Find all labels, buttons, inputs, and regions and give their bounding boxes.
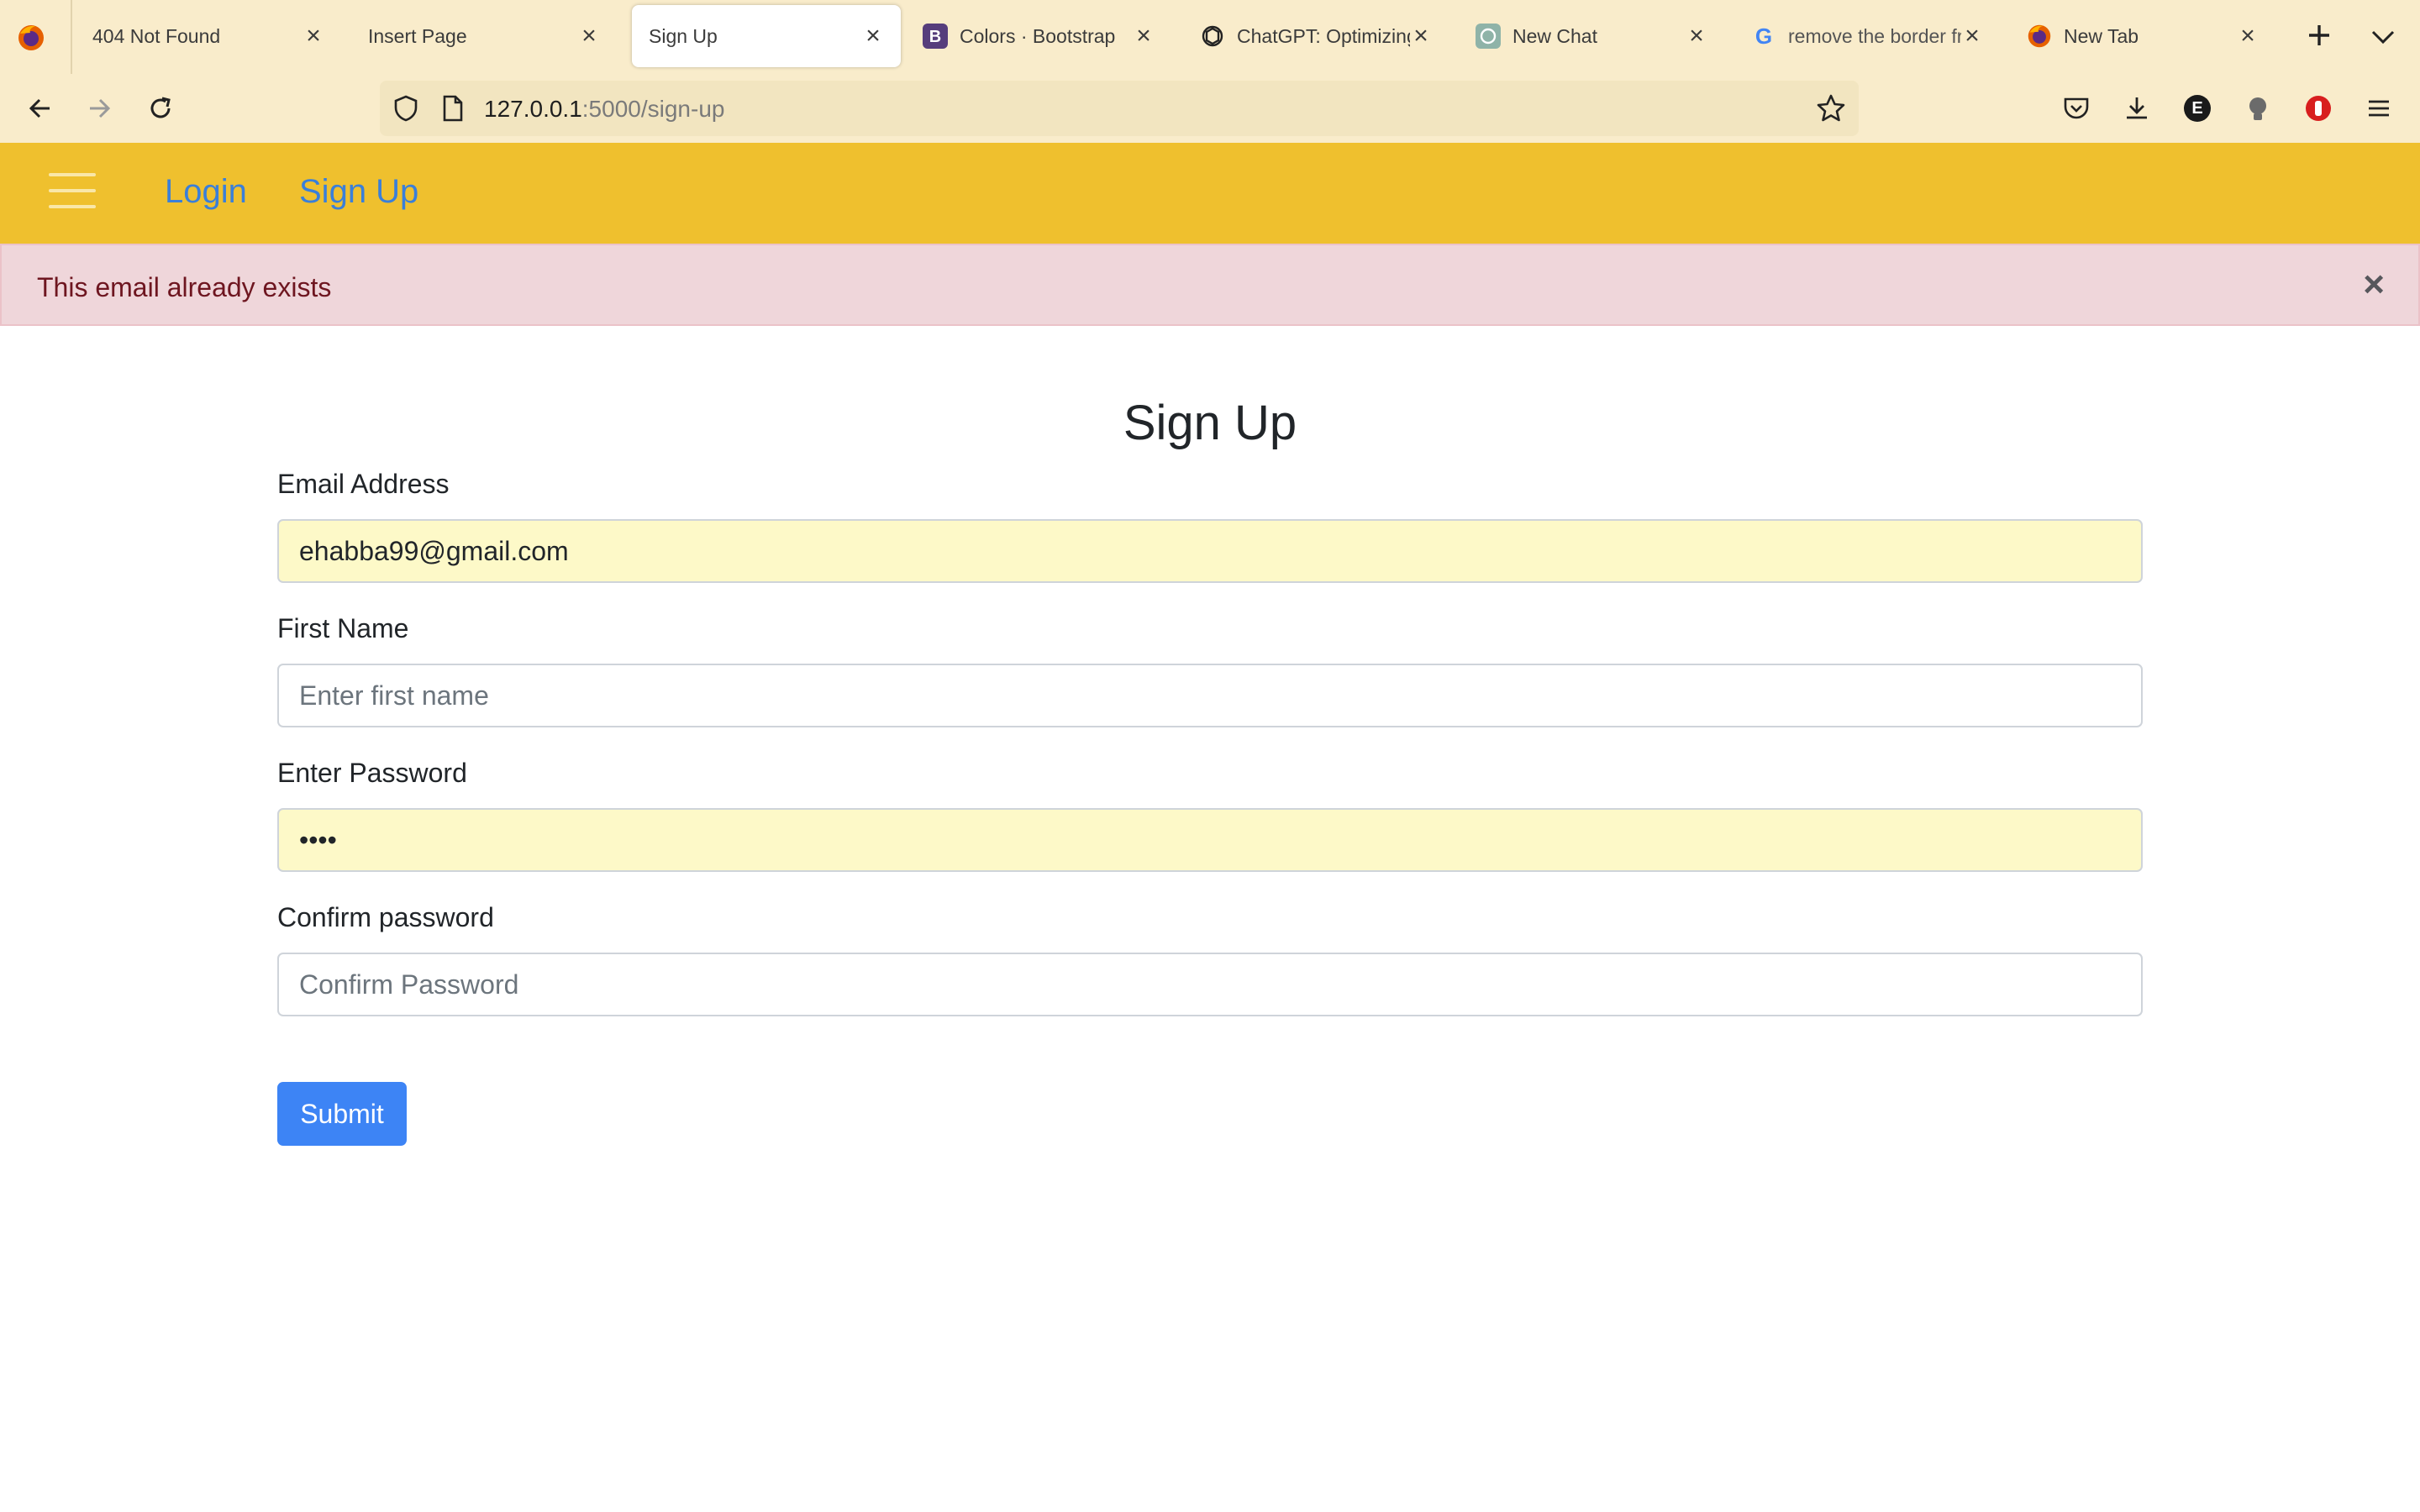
chat-icon xyxy=(1476,24,1501,49)
google-icon: G xyxy=(1755,24,1772,49)
stop-hand-icon xyxy=(2306,96,2331,121)
tab-title: New Tab xyxy=(2064,24,2139,47)
tab-insert-page[interactable]: Insert Page × xyxy=(351,5,617,67)
password-field[interactable] xyxy=(277,808,2143,872)
close-icon[interactable]: × xyxy=(1686,22,1707,50)
first-name-label: First Name xyxy=(277,613,409,643)
close-icon[interactable]: × xyxy=(578,22,600,50)
shield-icon[interactable] xyxy=(392,94,420,123)
confirm-password-field[interactable] xyxy=(277,953,2143,1016)
arrow-left-icon xyxy=(29,98,50,118)
downloads-button[interactable] xyxy=(2118,89,2156,128)
tab-title: Sign Up xyxy=(649,24,718,47)
lightbulb-icon xyxy=(2249,97,2266,120)
alert-message: This email already exists xyxy=(37,272,332,302)
email-field[interactable] xyxy=(277,519,2143,583)
error-alert: This email already exists × xyxy=(0,244,2420,326)
tab-title: ChatGPT: Optimizing xyxy=(1237,24,1410,47)
svg-text:G: G xyxy=(1755,24,1772,49)
bookmark-star-icon[interactable] xyxy=(1815,92,1847,124)
tab-404-not-found[interactable]: 404 Not Found × xyxy=(76,5,341,67)
close-icon[interactable]: × xyxy=(862,22,884,50)
password-label: Enter Password xyxy=(277,758,467,788)
reload-button[interactable] xyxy=(141,89,180,128)
bootstrap-icon: B xyxy=(923,24,948,49)
navbar-toggler-button[interactable] xyxy=(49,173,96,212)
tab-colors-bootstrap[interactable]: B Colors · Bootstrap × xyxy=(906,5,1171,67)
openai-icon xyxy=(1202,25,1223,47)
adblock-button[interactable] xyxy=(2299,89,2338,128)
login-link[interactable]: Login xyxy=(165,173,247,211)
extension-button[interactable]: E xyxy=(2178,89,2217,128)
list-all-tabs-button[interactable] xyxy=(2368,22,2398,52)
reload-icon xyxy=(150,97,171,118)
plus-icon xyxy=(2309,25,2329,45)
tab-separator xyxy=(71,0,72,74)
extension-lightbulb-button[interactable] xyxy=(2238,89,2277,128)
tab-title: New Chat xyxy=(1512,24,1597,47)
tab-chatgpt[interactable]: ChatGPT: Optimizing × xyxy=(1183,5,1449,67)
page-title: Sign Up xyxy=(1123,396,1297,450)
tab-title: 404 Not Found xyxy=(92,24,221,47)
tab-title: Insert Page xyxy=(368,24,467,47)
extension-badge-icon: E xyxy=(2184,95,2211,122)
download-icon xyxy=(2127,97,2147,119)
pocket-icon xyxy=(2064,97,2089,119)
tab-title: Colors · Bootstrap xyxy=(960,24,1116,47)
firefox-icon xyxy=(2028,24,2051,48)
page-icon[interactable] xyxy=(440,94,466,123)
url-host: 127.0.0.1 xyxy=(484,96,582,122)
chevron-down-icon xyxy=(2371,30,2395,45)
extension-badge-letter: E xyxy=(2191,98,2203,118)
browser-toolbar: 127.0.0.1:5000/sign-up E xyxy=(0,74,2420,144)
submit-button[interactable]: Submit xyxy=(277,1082,407,1146)
tab-sign-up[interactable]: Sign Up × xyxy=(632,5,901,67)
arrow-right-icon xyxy=(90,98,111,118)
tab-new-chat[interactable]: New Chat × xyxy=(1459,5,1724,67)
tab-new-tab[interactable]: New Tab × xyxy=(2010,5,2275,67)
tab-title: remove the border fr xyxy=(1788,24,1961,47)
confirm-password-label: Confirm password xyxy=(277,902,494,932)
firefox-icon xyxy=(18,25,44,50)
close-icon[interactable]: × xyxy=(1410,22,1432,50)
svg-text:B: B xyxy=(929,28,941,46)
firefox-view-button[interactable] xyxy=(17,24,45,52)
close-icon[interactable]: × xyxy=(2237,22,2259,50)
tab-google-search[interactable]: G remove the border fr × xyxy=(1734,5,2000,67)
back-button[interactable] xyxy=(20,89,59,128)
menu-icon xyxy=(2369,100,2389,117)
tab-strip: 404 Not Found × Insert Page × Sign Up × … xyxy=(0,0,2420,74)
new-tab-button[interactable] xyxy=(2302,18,2336,52)
app-menu-button[interactable] xyxy=(2360,89,2398,128)
address-bar[interactable]: 127.0.0.1:5000/sign-up xyxy=(380,81,1859,136)
first-name-field[interactable] xyxy=(277,664,2143,727)
url-path: :5000/sign-up xyxy=(581,96,725,122)
close-icon[interactable]: × xyxy=(302,22,324,50)
url-text: 127.0.0.1:5000/sign-up xyxy=(484,96,724,123)
alert-close-button[interactable]: × xyxy=(2363,264,2385,306)
site-navbar: Login Sign Up xyxy=(0,143,2420,244)
close-icon[interactable]: × xyxy=(1133,22,1155,50)
email-label: Email Address xyxy=(277,469,450,499)
forward-button[interactable] xyxy=(81,89,119,128)
pocket-button[interactable] xyxy=(2057,89,2096,128)
close-icon[interactable]: × xyxy=(1961,22,1983,50)
sign-up-link[interactable]: Sign Up xyxy=(299,173,418,211)
